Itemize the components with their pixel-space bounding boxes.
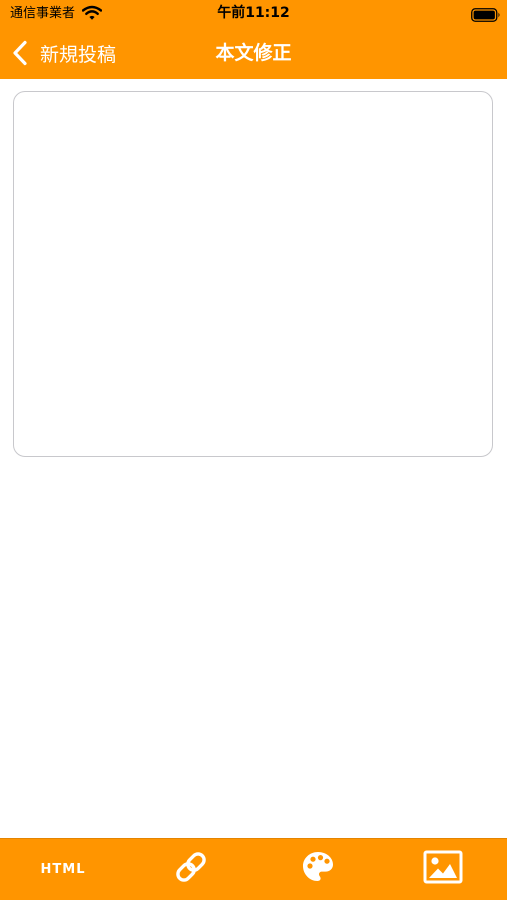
back-button-label: 新規投稿 bbox=[40, 43, 117, 66]
html-button-label: HTML bbox=[40, 861, 86, 877]
header: 通信事業者 午前11:12 新規投稿 本文修正 bbox=[0, 0, 507, 79]
link-icon bbox=[172, 848, 210, 890]
screen: 通信事業者 午前11:12 新規投稿 本文修正 HTML bbox=[0, 0, 507, 900]
back-button[interactable]: 新規投稿 bbox=[12, 38, 116, 68]
chevron-left-icon bbox=[12, 40, 28, 66]
color-palette-button[interactable] bbox=[288, 845, 348, 893]
bottom-toolbar: HTML bbox=[0, 838, 507, 900]
link-button[interactable] bbox=[161, 845, 221, 893]
battery-icon bbox=[471, 7, 501, 22]
palette-icon bbox=[301, 850, 335, 888]
status-bar: 通信事業者 午前11:12 bbox=[0, 0, 507, 28]
html-button[interactable]: HTML bbox=[33, 845, 93, 893]
body-text-editor[interactable] bbox=[13, 91, 493, 457]
insert-image-button[interactable] bbox=[413, 845, 473, 893]
navigation-bar: 新規投稿 本文修正 bbox=[0, 28, 507, 79]
status-time: 午前11:12 bbox=[217, 5, 290, 21]
image-icon bbox=[423, 850, 463, 888]
